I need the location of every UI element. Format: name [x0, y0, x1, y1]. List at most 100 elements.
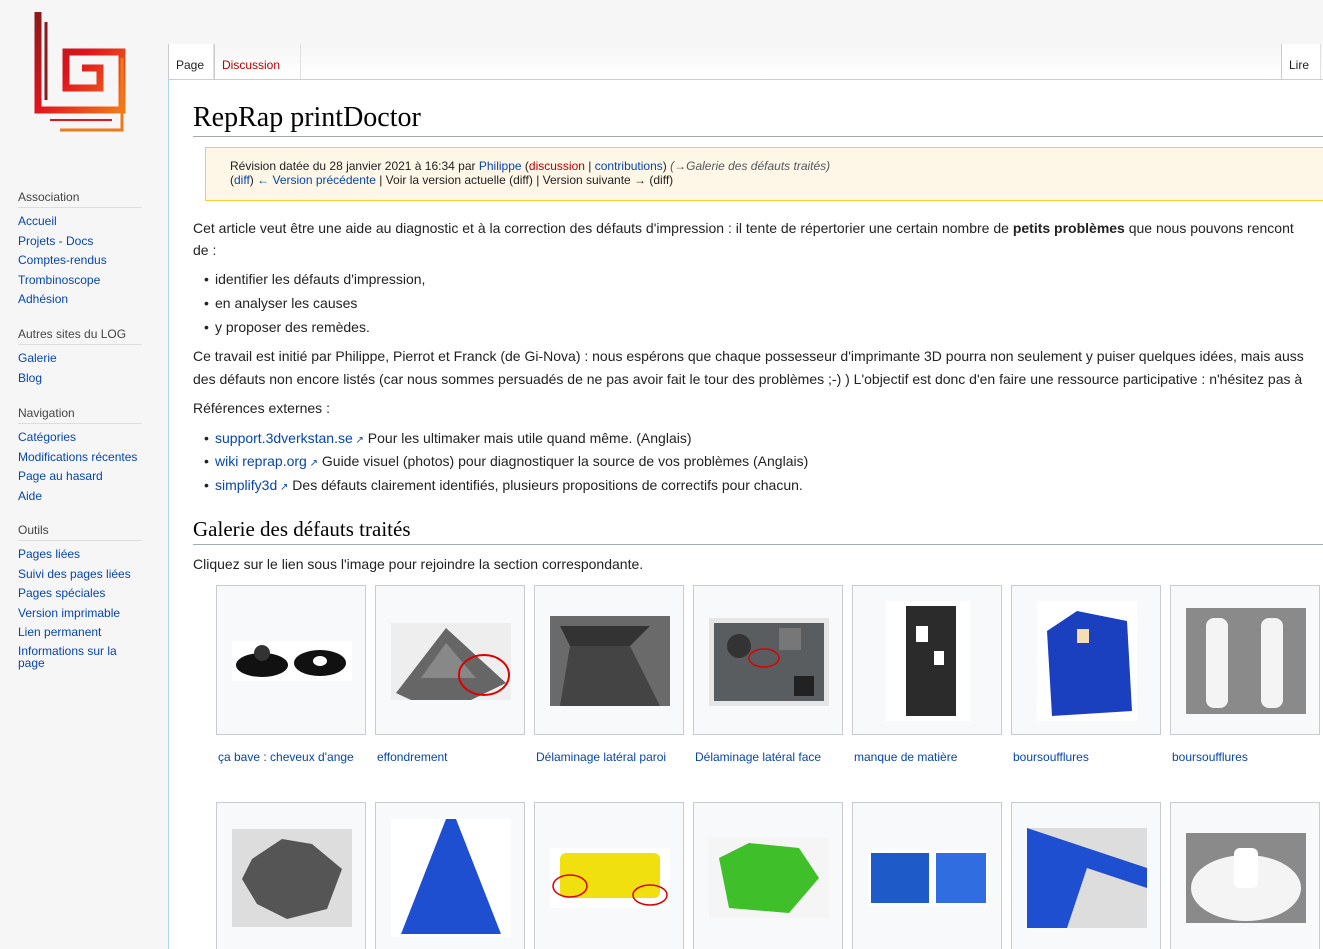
list-item: y proposer des remèdes.	[204, 319, 370, 335]
thumbnail-image	[232, 641, 352, 681]
external-refs-label: Références externes :	[193, 400, 330, 416]
gallery-thumb[interactable]	[852, 802, 1002, 949]
gallery-thumb-bave[interactable]	[216, 585, 366, 735]
sidebar-item-trombinoscope[interactable]: Trombinoscope	[18, 273, 142, 288]
gallery-thumb[interactable]	[1011, 802, 1161, 949]
revision-notice: Révision datée du 28 janvier 2021 à 16:3…	[205, 147, 1323, 201]
thumbnail-image	[886, 601, 970, 721]
sidebar-item-blog[interactable]: Blog	[18, 371, 142, 386]
gallery-caption-link[interactable]: boursoufflures	[1013, 750, 1089, 764]
intro-bold: petits problèmes	[1012, 220, 1125, 236]
thumbnail-image	[709, 618, 829, 706]
gallery-thumb-boursoufflures-1[interactable]	[1011, 585, 1161, 735]
intro-paragraph-1: Cet article veut être une aide au diagno…	[193, 220, 1294, 236]
revision-line-2: (diff) ← Version précédente | Voir la ve…	[230, 173, 674, 187]
tab-read[interactable]: Lire	[1281, 44, 1321, 79]
link-description: Guide visuel (photos) pour diagnostiquer…	[318, 453, 809, 469]
portal-navigation: Navigation Catégories Modifications réce…	[18, 406, 142, 508]
sidebar-item-pages-liees[interactable]: Pages liées	[18, 547, 142, 562]
paren-close: )	[662, 159, 671, 173]
gallery-thumb[interactable]	[1170, 802, 1320, 949]
sidebar-item-categories[interactable]: Catégories	[18, 430, 142, 445]
external-link[interactable]: wiki reprap.org	[215, 453, 318, 469]
page-tabs: Page Discussion Lire	[168, 44, 1323, 79]
portal-outils: Outils Pages liées Suivi des pages liées…	[18, 523, 142, 674]
gallery-caption-link[interactable]: Délaminage latéral face	[695, 750, 821, 764]
gallery-thumb-boursoufflures-2[interactable]	[1170, 585, 1320, 735]
portal-autres-sites: Autres sites du LOG Galerie Blog	[18, 327, 142, 390]
sidebar-item-page-info[interactable]: Informations sur la page	[18, 645, 128, 669]
gallery-intro: Cliquez sur le lien sous l'image pour re…	[193, 556, 644, 572]
external-link[interactable]: support.3dverkstan.se	[215, 430, 364, 446]
sidebar-item-comptes-rendus[interactable]: Comptes-rendus	[18, 253, 142, 268]
sidebar-item-accueil[interactable]: Accueil	[18, 214, 142, 229]
thumbnail-image	[391, 623, 511, 700]
intro-paragraph-1-cont: de :	[193, 242, 217, 258]
sidebar-item-random-page[interactable]: Page au hasard	[18, 469, 142, 484]
site-logo[interactable]	[30, 12, 130, 152]
thumbnail-image	[391, 819, 511, 937]
sidebar-item-suivi-pages-liees[interactable]: Suivi des pages liées	[18, 567, 142, 582]
revision-line-1: Révision datée du 28 janvier 2021 à 16:3…	[230, 159, 830, 173]
thumbnail-image	[550, 848, 670, 908]
gallery-caption-link[interactable]: boursoufflures	[1172, 750, 1248, 764]
sidebar-item-aide[interactable]: Aide	[18, 489, 142, 504]
gallery-thumb[interactable]	[693, 802, 843, 949]
diff-link[interactable]: diff	[234, 173, 250, 187]
thumbnail-image	[1186, 608, 1306, 714]
gallery-thumb[interactable]	[375, 802, 525, 949]
thumbnail-image	[232, 829, 352, 927]
portal-heading: Association	[18, 190, 142, 208]
previous-version-link[interactable]: ← Version précédente	[257, 173, 376, 187]
thumbnail-image	[550, 616, 670, 706]
portal-association: Association Accueil Projets - Docs Compt…	[18, 190, 142, 312]
thumbnail-image	[1027, 828, 1147, 928]
sidebar-item-recent-changes[interactable]: Modifications récentes	[18, 450, 142, 465]
thumbnail-image	[1186, 833, 1306, 923]
link-description: Des défauts clairement identifiés, plusi…	[288, 477, 803, 493]
list-item: simplify3d Des défauts clairement identi…	[204, 477, 803, 493]
content-area: RepRap printDoctor Révision datée du 28 …	[168, 79, 1323, 949]
gallery-thumb-manque-matiere[interactable]	[852, 585, 1002, 735]
gallery-caption-link[interactable]: ça bave : cheveux d'ange	[218, 750, 354, 764]
gallery-thumb[interactable]	[216, 802, 366, 949]
separator: |	[584, 159, 595, 173]
revision-talk-link[interactable]: discussion	[529, 159, 585, 173]
intro-paragraph-2: Ce travail est initié par Philippe, Pier…	[193, 348, 1304, 364]
thumbnail-image	[709, 838, 829, 918]
sidebar-item-adhesion[interactable]: Adhésion	[18, 292, 142, 307]
intro-paragraph-2-cont: des défauts non encore listés (car nous …	[193, 371, 1303, 387]
gallery-caption-link[interactable]: effondrement	[377, 750, 448, 764]
gallery-caption-link[interactable]: Délaminage latéral paroi	[536, 750, 666, 764]
sidebar-item-version-imprimable[interactable]: Version imprimable	[18, 606, 142, 621]
revision-comment: (→Galerie des défauts traités)	[670, 159, 831, 173]
tab-page[interactable]: Page	[168, 44, 214, 79]
gallery-caption-link[interactable]: manque de matière	[854, 750, 957, 764]
list-item: support.3dverkstan.se Pour les ultimaker…	[204, 430, 692, 446]
revision-prefix: Révision datée du 28 janvier 2021 à 16:3…	[230, 159, 479, 173]
gallery-thumb-delaminage-paroi[interactable]	[534, 585, 684, 735]
list-item: wiki reprap.org Guide visuel (photos) po…	[204, 453, 809, 469]
gallery-thumb-effondrement[interactable]	[375, 585, 525, 735]
tab-discussion[interactable]: Discussion	[214, 44, 301, 79]
intro-text-end: que nous pouvons rencont	[1124, 220, 1294, 236]
sidebar-item-lien-permanent[interactable]: Lien permanent	[18, 625, 142, 640]
sidebar-item-pages-speciales[interactable]: Pages spéciales	[18, 586, 142, 601]
list-item: en analyser les causes	[204, 295, 357, 311]
portal-heading: Autres sites du LOG	[18, 327, 142, 345]
revision-nav-rest: | Voir la version actuelle (diff) | Vers…	[375, 173, 674, 187]
paren-open: (	[521, 159, 529, 173]
portal-heading: Outils	[18, 523, 142, 541]
portal-heading: Navigation	[18, 406, 142, 424]
link-description: Pour les ultimaker mais utile quand même…	[363, 430, 692, 446]
revision-contribs-link[interactable]: contributions	[595, 159, 663, 173]
sidebar-item-galerie[interactable]: Galerie	[18, 351, 142, 366]
gallery-thumb-delaminage-face[interactable]	[693, 585, 843, 735]
gallery-thumb[interactable]	[534, 802, 684, 949]
revision-user-link[interactable]: Philippe	[479, 159, 522, 173]
thumbnail-image	[868, 850, 988, 906]
external-link[interactable]: simplify3d	[215, 477, 288, 493]
intro-text: Cet article veut être une aide au diagno…	[193, 220, 1013, 236]
page-title: RepRap printDoctor	[193, 102, 1323, 137]
sidebar-item-projets[interactable]: Projets - Docs	[18, 234, 142, 249]
